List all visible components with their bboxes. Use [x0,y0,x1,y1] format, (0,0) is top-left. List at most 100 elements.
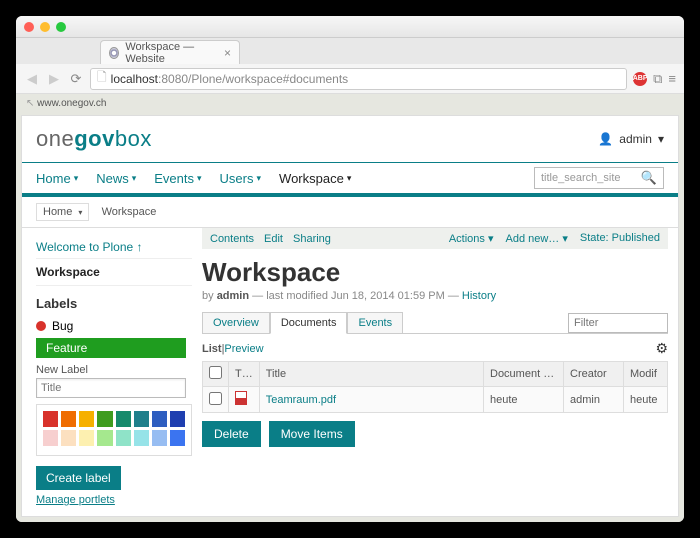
palette-swatch[interactable] [43,430,58,446]
palette-swatch[interactable] [152,411,167,427]
main-nav: Home▾ News▾ Events▾ Users▾ Workspace▾ ti… [22,162,678,197]
palette-swatch[interactable] [170,430,185,446]
row-checkbox[interactable] [209,392,222,405]
history-link[interactable]: History [462,290,496,302]
manage-portlets-link[interactable]: Manage portlets [36,494,115,506]
col-title[interactable]: Title [259,362,483,387]
palette-swatch[interactable] [152,430,167,446]
action-sharing[interactable]: Sharing [293,233,331,245]
col-creator[interactable]: Creator [564,362,624,387]
addnew-menu[interactable]: Add new… ▾ [505,232,567,245]
crumb-home[interactable]: Home ▾ [36,203,89,221]
subtab-overview[interactable]: Overview [202,312,270,334]
nav-forward-icon[interactable]: ▶ [46,71,62,87]
col-docdate[interactable]: Document … [484,362,564,387]
table-row[interactable]: Teamraum.pdf heute admin heute [203,387,668,413]
doc-date: heute [484,387,564,413]
label-bug[interactable]: Bug [36,317,192,335]
doc-title-link[interactable]: Teamraum.pdf [266,394,336,406]
browser-tabbar: Workspace — Website × [16,38,684,64]
byline: by admin — last modified Jun 18, 2014 01… [202,290,668,302]
mac-titlebar [16,16,684,38]
cast-icon[interactable]: ⧉ [653,71,662,87]
palette-swatch[interactable] [116,411,131,427]
window-max-dot[interactable] [56,22,66,32]
content-subtabs: Overview Documents Events [202,312,668,334]
browser-tab[interactable]: Workspace — Website × [100,40,240,64]
actions-menu[interactable]: Actions ▾ [449,232,494,245]
user-caret-icon: ▾ [658,132,664,146]
new-label-caption: New Label [36,364,192,376]
crumb-current: Workspace [102,206,157,218]
action-contents[interactable]: Contents [210,233,254,245]
labels-heading: Labels [36,296,192,311]
state-menu[interactable]: State: Published [580,232,660,245]
user-menu[interactable]: 👤 admin ▾ [598,132,664,146]
abp-icon[interactable]: ABP [633,72,647,86]
pdf-icon [235,391,247,405]
sidebar: Welcome to Plone ↑ Workspace Labels Bug … [22,228,202,516]
label-feature[interactable]: Feature [36,338,186,358]
documents-table: T… Title Document … Creator Modif Teamra… [202,361,668,413]
subtab-events[interactable]: Events [347,312,403,334]
filter-input[interactable] [568,313,668,333]
nav-news[interactable]: News▾ [96,171,136,186]
select-all-checkbox[interactable] [209,366,222,379]
palette-swatch[interactable] [97,430,112,446]
search-icon[interactable]: 🔍 [641,170,657,186]
site-logo[interactable]: onegovbox [36,126,152,152]
view-preview[interactable]: Preview [224,343,263,355]
palette-swatch[interactable] [170,411,185,427]
palette-swatch[interactable] [79,430,94,446]
content-actions-bar: Contents Edit Sharing Actions ▾ Add new…… [202,228,668,249]
parent-site-link[interactable]: www.onegov.ch [16,94,684,113]
url-path: :8080/Plone/workspace#documents [158,72,348,86]
page-title: Workspace [202,257,668,288]
palette-swatch[interactable] [61,430,76,446]
nav-users[interactable]: Users▾ [220,171,261,186]
browser-toolbar: ◀ ▶ ⟳ 🗋 localhost:8080/Plone/workspace#d… [16,64,684,94]
address-bar[interactable]: 🗋 localhost:8080/Plone/workspace#documen… [90,68,627,90]
subtab-documents[interactable]: Documents [270,312,348,334]
page-icon: 🗋 [97,68,107,89]
tab-title: Workspace — Website [125,41,218,65]
palette-swatch[interactable] [79,411,94,427]
palette-swatch[interactable] [116,430,131,446]
delete-button[interactable]: Delete [202,421,261,447]
window-close-dot[interactable] [24,22,34,32]
breadcrumbs: Home ▾ Workspace [22,197,678,228]
search-placeholder: title_search_site [541,172,621,184]
col-type[interactable]: T… [229,362,260,387]
new-label-title-input[interactable] [36,378,186,398]
view-list[interactable]: List [202,343,222,355]
move-items-button[interactable]: Move Items [269,421,355,447]
nav-workspace[interactable]: Workspace▾ [279,171,351,186]
menu-icon[interactable]: ≡ [668,71,676,86]
palette-swatch[interactable] [43,411,58,427]
doc-modified: heute [624,387,668,413]
color-palette [36,404,192,456]
doc-creator: admin [564,387,624,413]
palette-swatch[interactable] [134,430,149,446]
sidebar-welcome-link[interactable]: Welcome to Plone ↑ [36,236,192,258]
crumb-caret-icon: ▾ [78,208,82,217]
tab-close-icon[interactable]: × [224,46,231,60]
palette-swatch[interactable] [97,411,112,427]
create-label-button[interactable]: Create label [36,466,121,490]
user-name: admin [619,132,652,146]
nav-back-icon[interactable]: ◀ [24,71,40,87]
nav-home[interactable]: Home▾ [36,171,78,186]
nav-reload-icon[interactable]: ⟳ [68,71,84,87]
palette-swatch[interactable] [134,411,149,427]
action-edit[interactable]: Edit [264,233,283,245]
window-min-dot[interactable] [40,22,50,32]
gear-icon[interactable]: ⚙ [655,340,668,357]
avatar-icon: 👤 [598,132,613,146]
site-search[interactable]: title_search_site 🔍 [534,167,664,189]
url-host: localhost [111,72,158,86]
bug-color-dot [36,321,46,331]
col-modified[interactable]: Modif [624,362,668,387]
sidebar-current: Workspace [36,258,192,286]
nav-events[interactable]: Events▾ [154,171,201,186]
palette-swatch[interactable] [61,411,76,427]
